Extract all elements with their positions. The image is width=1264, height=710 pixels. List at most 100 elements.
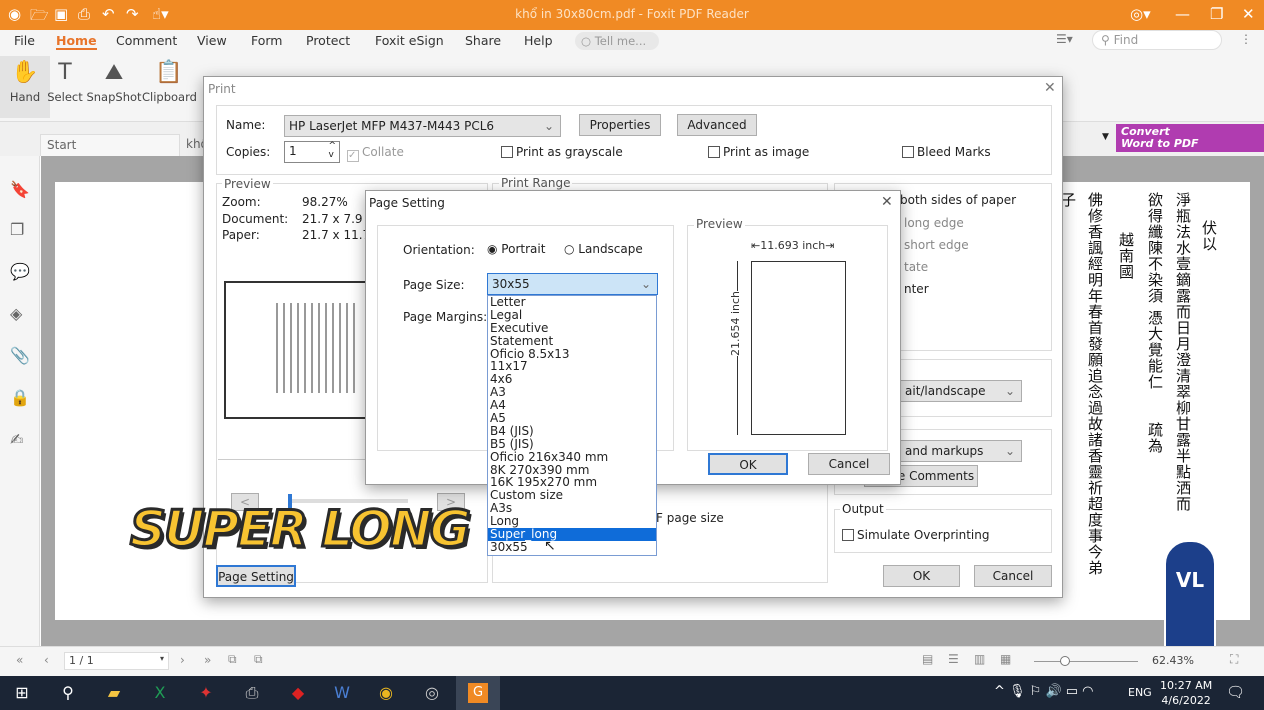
print-cancel-button[interactable]: Cancel — [974, 565, 1052, 587]
page-tool-icon[interactable]: ⧉ — [228, 652, 237, 667]
zoom-slider-thumb[interactable] — [1060, 656, 1070, 666]
auto-center-label[interactable]: nter — [904, 282, 929, 296]
page-setting-button[interactable]: Page Setting — [216, 565, 296, 587]
page-size-option[interactable]: Statement — [488, 334, 656, 348]
page-size-option[interactable]: Super_long — [488, 528, 656, 541]
find-input[interactable]: ⚲ Find — [1092, 30, 1222, 50]
tray-icons[interactable]: ^ 🎙 ⚐ 🔊 ▭ ◠ — [994, 684, 1094, 699]
ribbon-clipboard-button[interactable]: 📋 Clipboard — [142, 60, 197, 104]
obs-icon[interactable]: ◎ — [416, 683, 448, 702]
close-icon[interactable]: ✕ — [1044, 80, 1056, 96]
first-page-icon[interactable]: « — [16, 653, 23, 667]
clock[interactable]: 10:27 AM 4/6/2022 — [1160, 678, 1212, 708]
menu-share[interactable]: Share — [465, 33, 501, 48]
page-size-option[interactable]: Oficio 216x340 mm — [488, 450, 656, 464]
chrome-icon[interactable]: ◉ — [370, 683, 402, 702]
word-icon[interactable]: W — [326, 683, 358, 702]
search-icon[interactable]: ⚲ — [52, 683, 84, 702]
menu-foxit-esign[interactable]: Foxit eSign — [375, 33, 444, 48]
menu-home[interactable]: Home — [56, 33, 97, 50]
page-size-option[interactable]: 30x55 — [488, 540, 656, 554]
landscape-radio[interactable]: ○ Landscape — [564, 242, 643, 256]
fullscreen-icon[interactable]: ⛶ — [1230, 652, 1238, 667]
app-icon[interactable]: ◆ — [282, 683, 314, 702]
page-size-option[interactable]: 11x17 — [488, 360, 656, 373]
print-as-image-checkbox[interactable]: Print as image — [708, 145, 809, 159]
menu-view[interactable]: View — [197, 33, 227, 48]
menu-comment[interactable]: Comment — [116, 33, 177, 48]
account-icon[interactable]: ◎▾ — [1130, 5, 1151, 23]
language-indicator[interactable]: ENG — [1128, 686, 1152, 699]
page-size-option[interactable]: A5 — [488, 412, 656, 425]
continuous-facing-icon[interactable]: ▦ — [1000, 652, 1011, 666]
page-size-option[interactable]: 4x6 — [488, 373, 656, 386]
properties-button[interactable]: Properties — [579, 114, 661, 136]
ribbon-snapshot-button[interactable]: ⛰ SnapShot — [86, 60, 142, 104]
page-setting-cancel-button[interactable]: Cancel — [808, 453, 890, 475]
attachment-icon[interactable]: 📎 — [10, 346, 30, 365]
dropdown-arrow-icon[interactable]: ▼ — [1102, 132, 1109, 142]
page-size-select[interactable]: 30x55 ⌄ — [487, 273, 658, 295]
excel-icon[interactable]: X — [144, 683, 176, 702]
page-size-dropdown-list[interactable]: Letter Legal Executive Statement Oficio 8.5x… — [487, 295, 657, 556]
copies-stepper[interactable]: 1 ^ v — [284, 141, 340, 163]
page-setting-ok-button[interactable]: OK — [708, 453, 788, 475]
layers-icon[interactable]: ◈ — [10, 304, 22, 323]
page-size-option[interactable]: B4 (JIS) — [488, 424, 656, 438]
page-size-option[interactable]: Legal — [488, 308, 656, 322]
long-edge-label[interactable]: long edge — [904, 216, 964, 230]
signature-icon[interactable]: ✍ — [10, 430, 23, 449]
portrait-radio[interactable]: ◉ Portrait — [487, 242, 545, 256]
advanced-button[interactable]: Advanced — [677, 114, 757, 136]
simulate-overprinting-checkbox[interactable]: Simulate Overprinting — [842, 528, 989, 542]
convert-word-to-pdf-banner[interactable]: Convert Word to PDF — [1116, 124, 1264, 152]
menu-protect[interactable]: Protect — [306, 33, 350, 48]
single-page-icon[interactable]: ▤ — [922, 652, 933, 666]
page-size-option[interactable]: Custom size — [488, 489, 656, 502]
continuous-page-icon[interactable]: ☰ — [948, 652, 959, 666]
file-explorer-icon[interactable]: ▰ — [98, 683, 130, 702]
printer-select[interactable]: HP LaserJet MFP M437-M443 PCL6 ⌄ — [284, 115, 561, 137]
page-size-option[interactable]: A4 — [488, 399, 656, 412]
notification-icon[interactable]: 🗨 — [1226, 683, 1245, 701]
last-page-icon[interactable]: » — [204, 653, 211, 667]
tell-me-input[interactable]: ○ Tell me... — [575, 32, 659, 50]
facing-page-icon[interactable]: ▥ — [974, 652, 985, 666]
more-icon[interactable]: ⋮ — [1240, 32, 1252, 46]
app-icon[interactable]: ✦ — [190, 683, 222, 702]
search-options-icon[interactable]: ☰▾ — [1056, 32, 1073, 46]
page-number-input[interactable]: 1 / 1 ▾ — [64, 652, 169, 670]
restore-button[interactable]: ❐ — [1210, 5, 1223, 23]
stepper-arrows-icon[interactable]: ^ v — [328, 142, 336, 160]
comments-icon[interactable]: 💬 — [10, 262, 30, 281]
tab-start[interactable]: Start — [40, 134, 180, 156]
pages-icon[interactable]: ❐ — [10, 220, 24, 239]
foxit-taskbar-button[interactable]: G — [456, 676, 500, 710]
menu-form[interactable]: Form — [251, 33, 283, 48]
zoom-slider[interactable] — [1034, 656, 1138, 666]
prev-page-icon[interactable]: ‹ — [44, 653, 49, 667]
security-icon[interactable]: 🔒 — [10, 388, 30, 407]
print-ok-button[interactable]: OK — [883, 565, 960, 587]
printer-app-icon[interactable]: ⎙ — [236, 683, 268, 703]
short-edge-label[interactable]: short edge — [904, 238, 969, 252]
page-size-option[interactable]: A3 — [488, 386, 656, 399]
grayscale-checkbox[interactable]: Print as grayscale — [501, 145, 623, 159]
duplex-label[interactable]: both sides of paper — [900, 193, 1016, 207]
page-tool-icon[interactable]: ⧉ — [254, 652, 263, 667]
collate-checkbox[interactable]: ✓ Collate — [347, 145, 404, 162]
windows-start-icon[interactable]: ⊞ — [6, 683, 38, 702]
auto-rotate-label[interactable]: tate — [904, 260, 928, 274]
ribbon-select-button[interactable]: T Select — [40, 60, 90, 104]
minimize-button[interactable]: — — [1175, 5, 1190, 23]
menu-help[interactable]: Help — [524, 33, 553, 48]
bookmark-icon[interactable]: 🔖 — [10, 180, 30, 199]
next-page-icon[interactable]: › — [180, 653, 185, 667]
menu-file[interactable]: File — [14, 33, 35, 48]
page-size-option[interactable]: Executive — [488, 321, 656, 335]
page-size-option[interactable]: Letter — [488, 296, 656, 309]
close-window-button[interactable]: ✕ — [1242, 5, 1255, 23]
page-size-option[interactable]: B5 (JIS) — [488, 437, 656, 451]
zoom-level[interactable]: 62.43% — [1152, 654, 1194, 667]
close-icon[interactable]: ✕ — [881, 194, 893, 210]
